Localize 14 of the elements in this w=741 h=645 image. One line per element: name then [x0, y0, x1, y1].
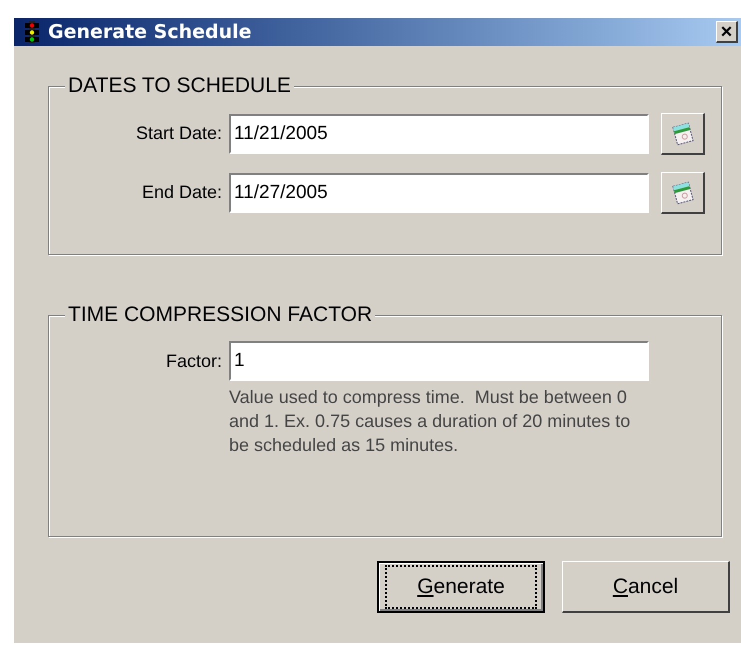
- factor-field[interactable]: 1: [229, 341, 649, 381]
- hint-text: Value used to compress time. Must be between 0 and 1. Ex. 0.75 causes a duration of 20 minutes to be scheduled as 15 minutes.: [229, 386, 632, 457]
- field-label: End Date:: [140, 181, 223, 204]
- generate-button[interactable]: Generate: [377, 561, 545, 613]
- field-label: Start Date:: [134, 122, 223, 145]
- date-field[interactable]: 11/27/2005: [229, 173, 649, 213]
- calendar-button[interactable]: [661, 172, 705, 214]
- window-title: Generate Schedule: [48, 20, 252, 45]
- traffic-light-icon: [22, 20, 42, 44]
- close-button[interactable]: ×: [716, 21, 738, 43]
- cancel-button[interactable]: Cancel: [562, 561, 730, 613]
- date-field[interactable]: 11/21/2005: [229, 114, 649, 154]
- calendar-button[interactable]: [661, 113, 705, 155]
- field-label: Factor:: [164, 350, 223, 373]
